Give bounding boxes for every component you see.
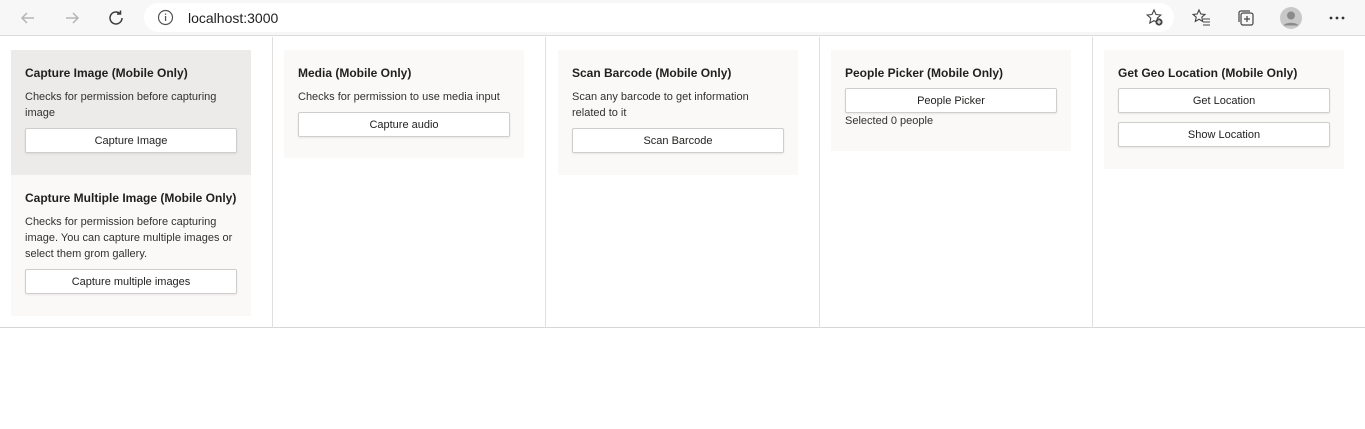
card-media: Media (Mobile Only) Checks for permissio…: [284, 50, 524, 158]
card-title: Capture Multiple Image (Mobile Only): [25, 191, 237, 205]
card-title: Get Geo Location (Mobile Only): [1118, 66, 1298, 80]
card-capture-image: Capture Image (Mobile Only) Checks for p…: [11, 50, 251, 175]
app-container: Capture Image (Mobile Only) Checks for p…: [0, 37, 1365, 328]
card-description: Checks for permission to use media input: [298, 91, 500, 103]
capture-image-button[interactable]: Capture Image: [25, 128, 237, 153]
column-media: Media (Mobile Only) Checks for permissio…: [273, 37, 546, 328]
profile-avatar-icon[interactable]: [1278, 5, 1304, 31]
card-description: Scan any barcode to get information rela…: [572, 91, 749, 119]
card-description: Checks for permission before capturing i…: [25, 91, 217, 119]
scan-barcode-button[interactable]: Scan Barcode: [572, 128, 784, 153]
column-people-picker: People Picker (Mobile Only) People Picke…: [820, 37, 1093, 328]
refresh-icon[interactable]: [102, 4, 130, 32]
url-text[interactable]: localhost:3000: [188, 10, 278, 26]
favorites-icon[interactable]: [1189, 5, 1215, 31]
column-capture: Capture Image (Mobile Only) Checks for p…: [0, 37, 273, 328]
selected-people-status: Selected 0 people: [845, 115, 934, 127]
browser-toolbar: localhost:3000: [0, 0, 1365, 36]
add-favorite-icon[interactable]: [1145, 8, 1164, 32]
capture-audio-button[interactable]: Capture audio: [298, 112, 510, 137]
show-location-button[interactable]: Show Location: [1118, 122, 1330, 147]
card-description: Checks for permission before capturing i…: [25, 216, 233, 260]
collections-icon[interactable]: [1233, 5, 1259, 31]
address-bar[interactable]: localhost:3000: [144, 3, 1174, 32]
column-geo-location: Get Geo Location (Mobile Only) Get Locat…: [1093, 37, 1365, 328]
people-picker-button[interactable]: People Picker: [845, 88, 1057, 113]
card-title: Scan Barcode (Mobile Only): [572, 66, 732, 80]
card-geo-location: Get Geo Location (Mobile Only) Get Locat…: [1104, 50, 1344, 169]
forward-arrow-icon[interactable]: [58, 4, 86, 32]
site-info-icon[interactable]: [157, 9, 174, 31]
capture-multiple-images-button[interactable]: Capture multiple images: [25, 269, 237, 294]
card-title: Capture Image (Mobile Only): [25, 66, 188, 80]
column-scan-barcode: Scan Barcode (Mobile Only) Scan any barc…: [546, 37, 820, 328]
back-arrow-icon[interactable]: [14, 4, 42, 32]
card-title: Media (Mobile Only): [298, 66, 412, 80]
more-options-icon[interactable]: [1324, 5, 1350, 31]
card-title: People Picker (Mobile Only): [845, 66, 1004, 80]
card-scan-barcode: Scan Barcode (Mobile Only) Scan any barc…: [558, 50, 798, 175]
card-capture-multiple-image: Capture Multiple Image (Mobile Only) Che…: [11, 175, 251, 316]
get-location-button[interactable]: Get Location: [1118, 88, 1330, 113]
card-people-picker: People Picker (Mobile Only) People Picke…: [831, 50, 1071, 151]
